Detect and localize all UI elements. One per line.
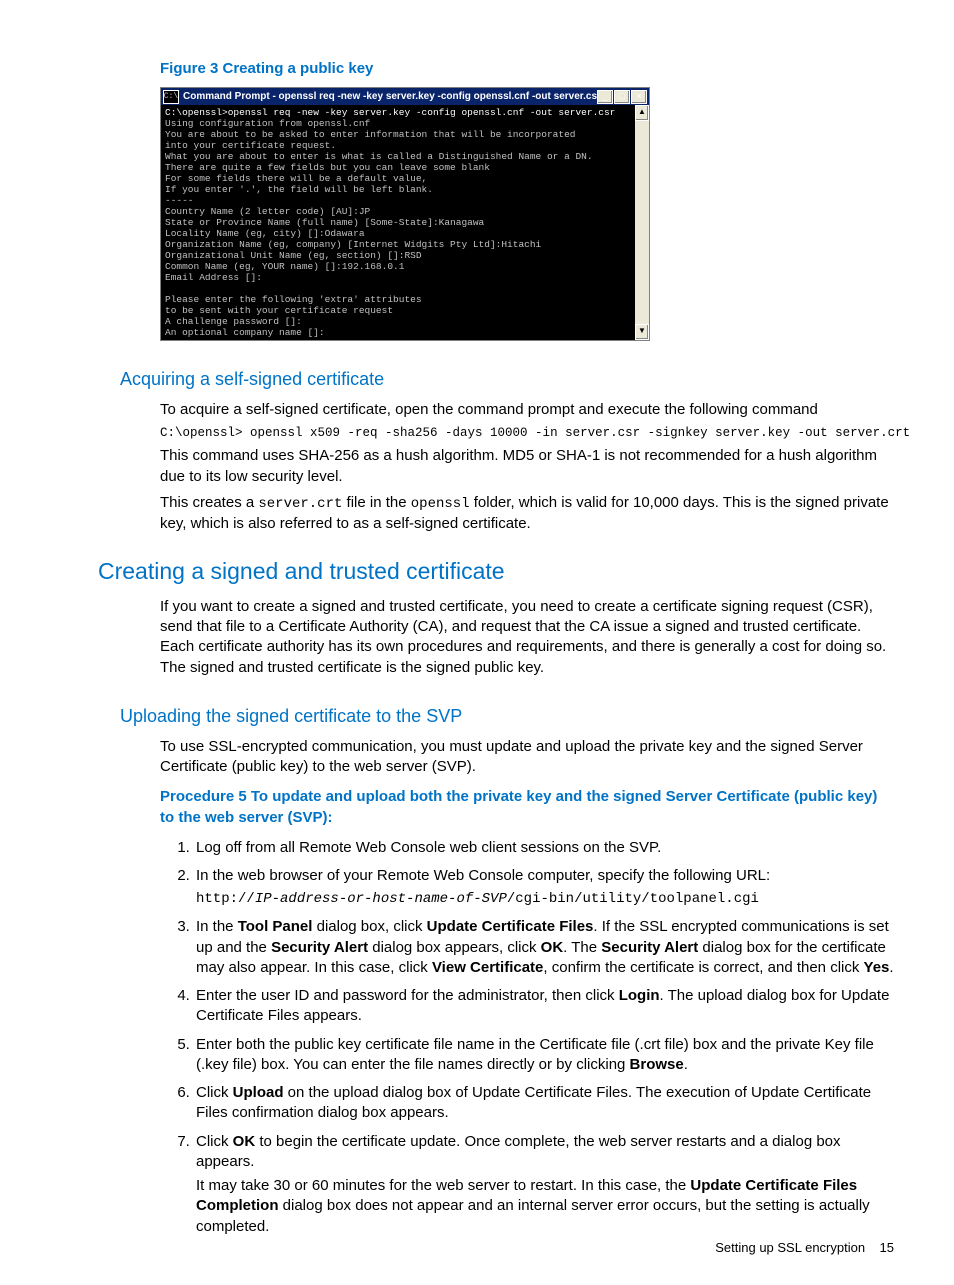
paragraph: To acquire a self-signed certificate, op… — [160, 400, 894, 420]
scroll-up-icon: ▲ — [635, 105, 649, 121]
page-number: 15 — [880, 1240, 894, 1255]
figure-caption: Figure 3 Creating a public key — [160, 60, 894, 77]
command-prompt-screenshot: C:\ Command Prompt - openssl req -new -k… — [160, 87, 650, 341]
cmd-icon: C:\ — [163, 90, 179, 104]
window-titlebar: C:\ Command Prompt - openssl req -new -k… — [161, 88, 649, 105]
maximize-icon: □ — [614, 90, 630, 104]
paragraph: To use SSL-encrypted communication, you … — [160, 737, 894, 778]
code-command: C:\openssl> openssl x509 -req -sha256 -d… — [160, 426, 894, 440]
footer-text: Setting up SSL encryption — [715, 1240, 865, 1255]
step-4: Enter the user ID and password for the a… — [194, 986, 894, 1027]
inline-code: server.crt — [258, 496, 342, 512]
step-6: Click Upload on the upload dialog box of… — [194, 1083, 894, 1124]
step-2: In the web browser of your Remote Web Co… — [194, 866, 894, 909]
scrollbar: ▲ ▼ — [635, 105, 649, 340]
paragraph: This creates a server.crt file in the op… — [160, 493, 894, 534]
paragraph: If you want to create a signed and trust… — [160, 597, 894, 678]
heading-creating-signed: Creating a signed and trusted certificat… — [98, 558, 894, 585]
window-title: Command Prompt - openssl req -new -key s… — [183, 91, 597, 102]
heading-acquiring: Acquiring a self-signed certificate — [120, 369, 894, 390]
paragraph: This command uses SHA-256 as a hush algo… — [160, 446, 894, 487]
heading-uploading: Uploading the signed certificate to the … — [120, 706, 894, 727]
step-7-note: It may take 30 or 60 minutes for the web… — [196, 1176, 894, 1237]
terminal-body: C:\openssl>openssl req -new -key server.… — [161, 105, 635, 340]
step-7: Click OK to begin the certificate update… — [194, 1132, 894, 1237]
procedure-steps: Log off from all Remote Web Console web … — [160, 838, 894, 1237]
minimize-icon: _ — [597, 90, 613, 104]
step-5: Enter both the public key certificate fi… — [194, 1035, 894, 1076]
page-footer: Setting up SSL encryption 15 — [715, 1240, 894, 1255]
terminal-output: Using configuration from openssl.cnf You… — [165, 118, 593, 338]
terminal-input-line: C:\openssl>openssl req -new -key server.… — [165, 107, 615, 118]
document-page: Figure 3 Creating a public key C:\ Comma… — [0, 0, 954, 1285]
procedure-title: Procedure 5 To update and upload both th… — [160, 787, 894, 828]
scroll-down-icon: ▼ — [635, 324, 649, 340]
inline-code: openssl — [411, 496, 470, 512]
step-3: In the Tool Panel dialog box, click Upda… — [194, 917, 894, 978]
close-icon: × — [631, 90, 647, 104]
code-url: http://IP-address-or-host-name-of-SVP/cg… — [196, 890, 894, 909]
step-1: Log off from all Remote Web Console web … — [194, 838, 894, 858]
